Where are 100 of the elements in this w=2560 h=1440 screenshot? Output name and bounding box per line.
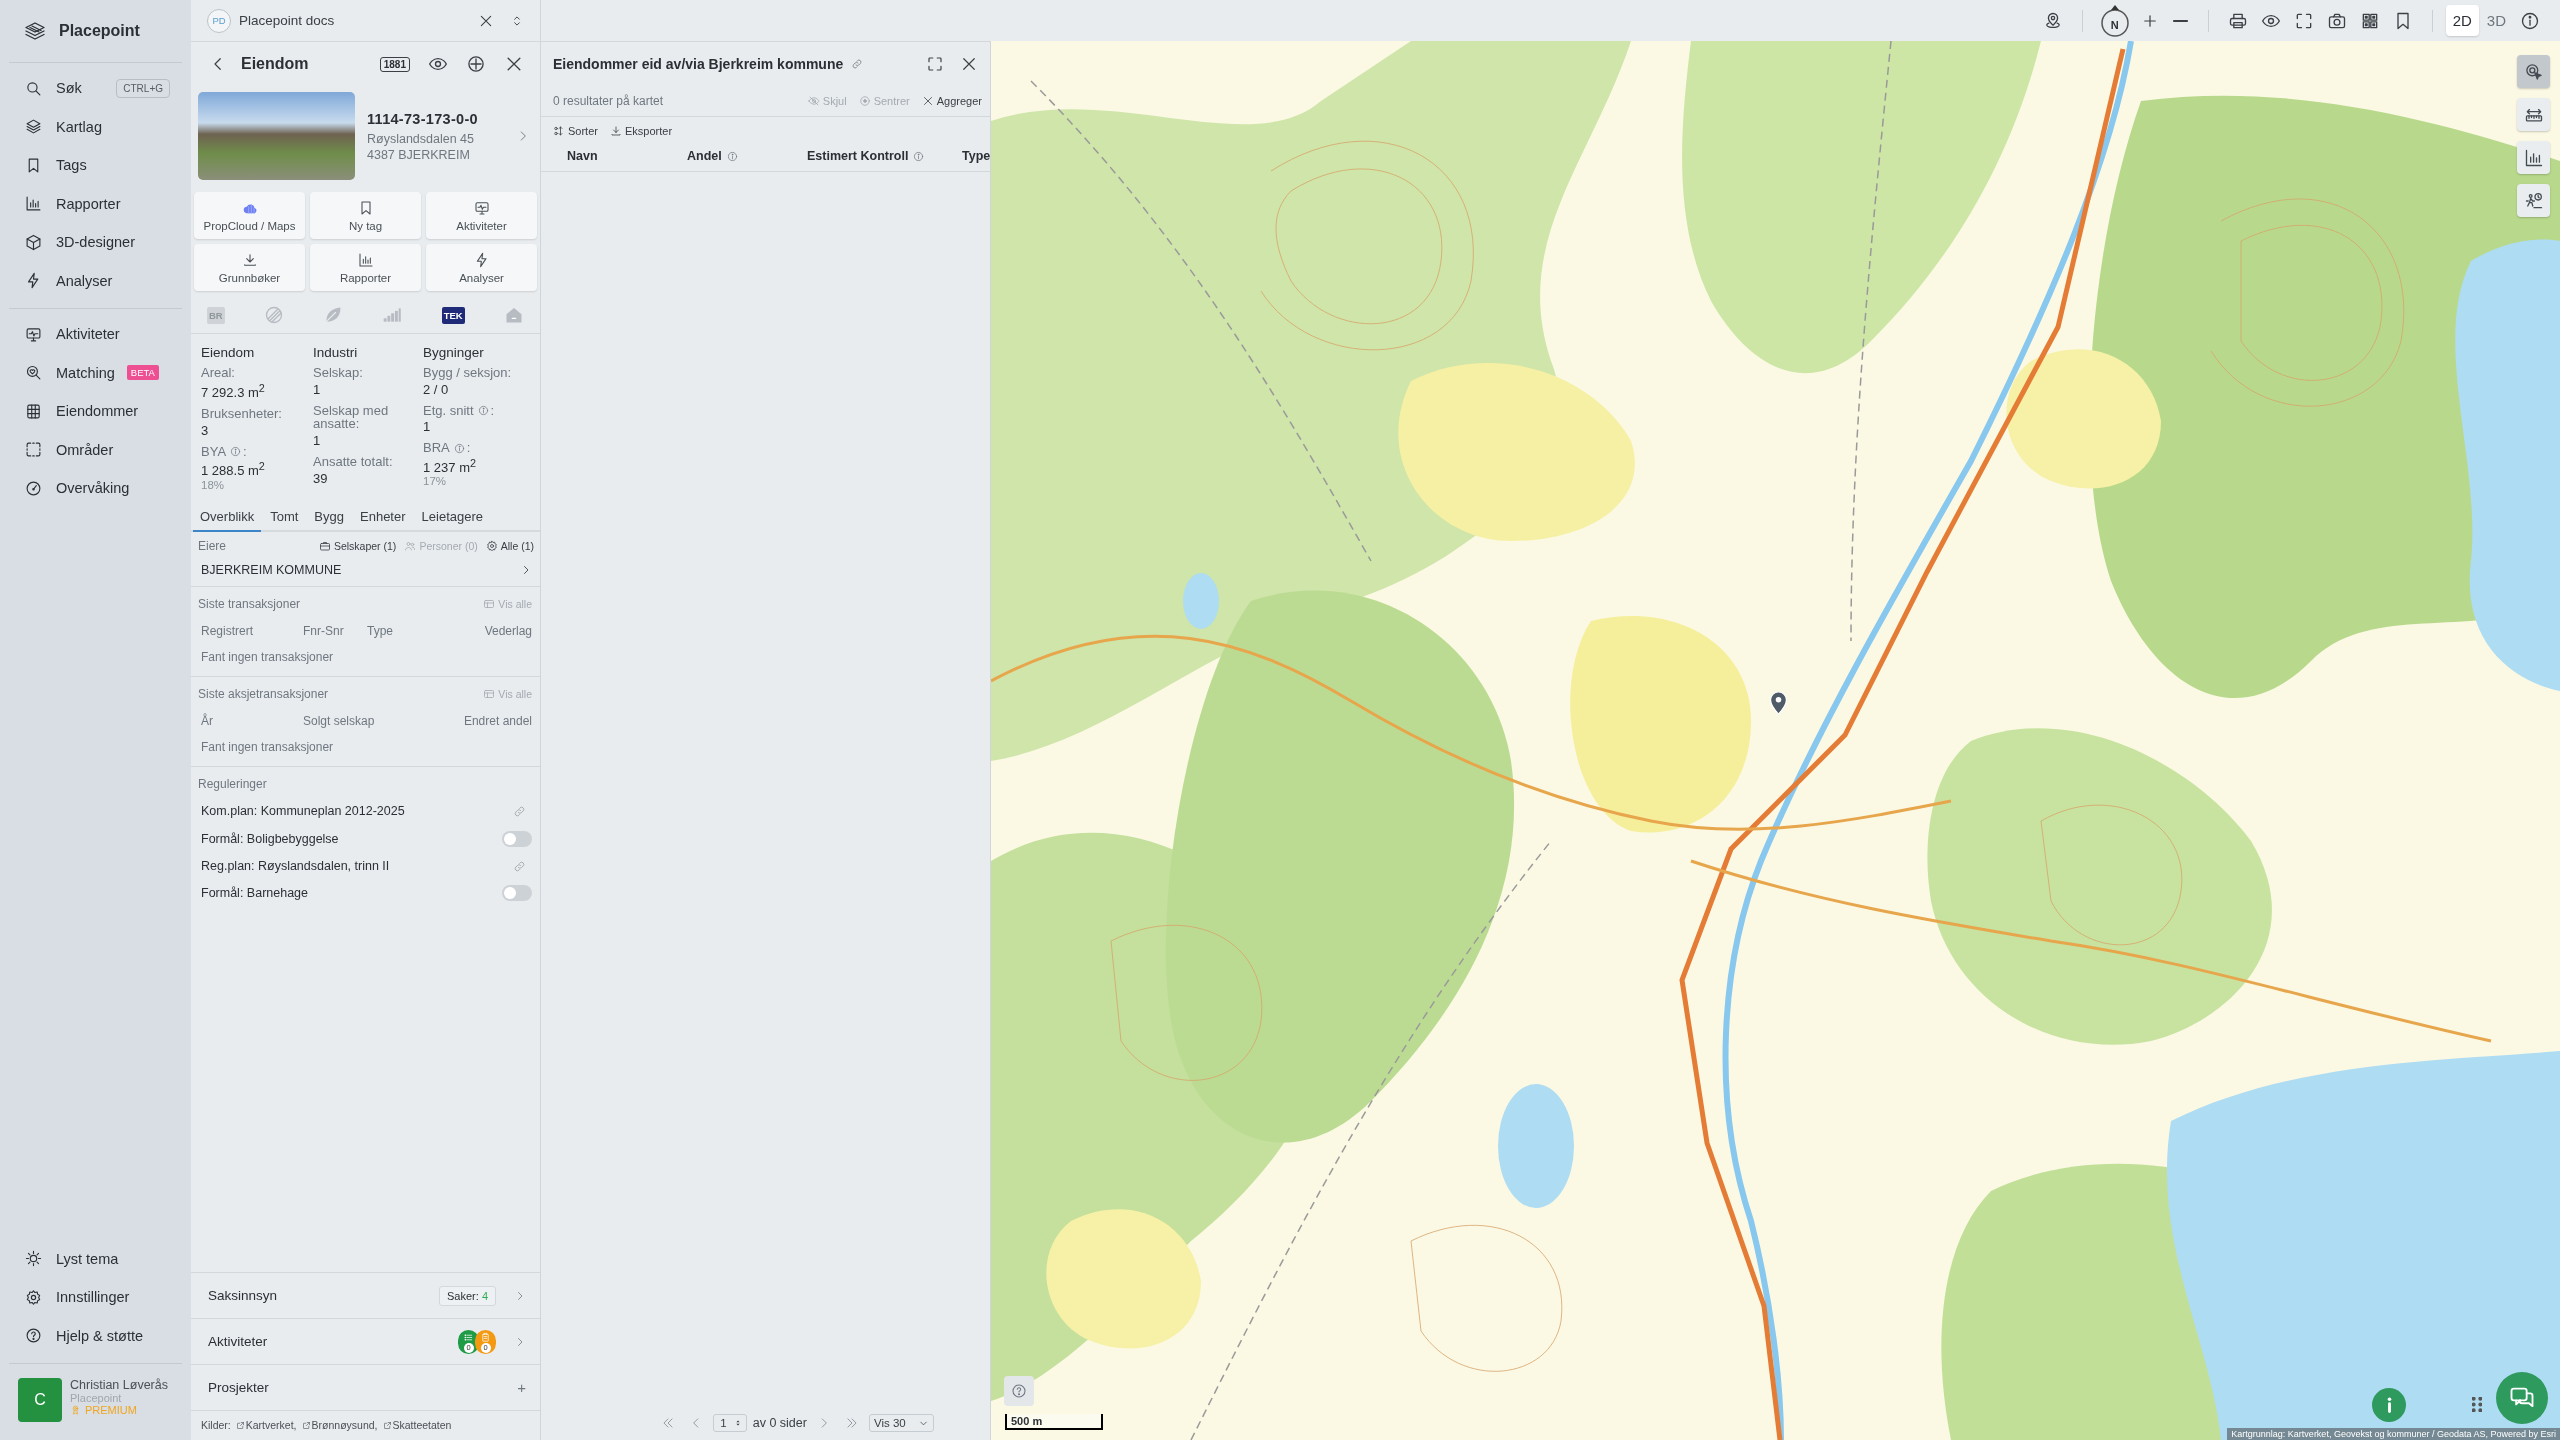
action-button[interactable]: Aktiviteter bbox=[426, 192, 537, 239]
sort-icon bbox=[553, 125, 565, 137]
nav-item[interactable]: Aktiviteter bbox=[9, 315, 182, 354]
nav-item[interactable]: Overvåking bbox=[9, 469, 182, 508]
source-link[interactable]: Kartverket, bbox=[235, 1419, 297, 1431]
field-value: 1 288.5 m$^{2}$ bbox=[201, 460, 265, 479]
house-icon[interactable] bbox=[504, 305, 524, 325]
link-icon[interactable] bbox=[851, 58, 864, 70]
field-label: Bruksenheter: bbox=[201, 406, 282, 421]
add-button[interactable]: + bbox=[517, 1379, 526, 1396]
nav-item[interactable]: Analyser bbox=[9, 261, 182, 300]
toolbar-button[interactable]: Eksporter bbox=[609, 125, 673, 137]
column-header[interactable]: Estimert Kontroll bbox=[807, 149, 909, 163]
striped-circle-icon[interactable] bbox=[264, 305, 284, 325]
nav-item[interactable]: Rapporter bbox=[9, 184, 182, 223]
close-icon bbox=[960, 55, 978, 73]
column-header[interactable]: Andel bbox=[687, 149, 722, 163]
view-mode-button[interactable]: 2D bbox=[2445, 5, 2479, 36]
nav-item[interactable]: Områder bbox=[9, 430, 182, 469]
column-header: Type bbox=[367, 623, 394, 638]
source-link[interactable]: Brønnøysund, bbox=[301, 1419, 378, 1431]
info-icon[interactable] bbox=[726, 150, 738, 162]
bar-chart-icon bbox=[2523, 147, 2544, 168]
user-organization: Placepoint bbox=[70, 1392, 122, 1404]
help-button[interactable] bbox=[1004, 1376, 1034, 1406]
field-label: BRA bbox=[423, 441, 450, 455]
magnifier-heart-icon bbox=[25, 364, 42, 382]
owner-filter[interactable]: Selskaper (1) bbox=[318, 539, 397, 552]
nav-item[interactable]: Kartlag bbox=[9, 107, 182, 146]
field-value: 2 / 0 bbox=[423, 381, 449, 397]
label-colon: : bbox=[466, 441, 471, 455]
page-number-field[interactable]: 1 bbox=[713, 1414, 747, 1432]
section-title[interactable]: Prosjekter bbox=[208, 1380, 508, 1395]
user-avatar[interactable]: C bbox=[18, 1378, 62, 1422]
result-action[interactable]: Aggreger bbox=[921, 95, 982, 107]
column-header: Fnr-Snr bbox=[303, 623, 345, 638]
field-label: Bygg / seksjon: bbox=[423, 366, 512, 380]
field-label: Selskap: bbox=[313, 366, 363, 380]
sun-icon bbox=[25, 1250, 42, 1268]
crosshair-icon bbox=[466, 54, 486, 74]
info-icon[interactable] bbox=[230, 445, 242, 457]
tab[interactable]: Bygg bbox=[307, 501, 351, 532]
table-icon bbox=[483, 687, 496, 700]
tab[interactable]: Leietagere bbox=[414, 501, 490, 532]
action-button[interactable]: Grunnbøker bbox=[194, 244, 305, 291]
action-button[interactable]: Ny tag bbox=[310, 192, 421, 239]
tab[interactable]: Overblikk bbox=[193, 501, 262, 532]
compass-button[interactable]: N bbox=[2099, 3, 2130, 38]
info-icon[interactable] bbox=[913, 150, 925, 162]
link-icon[interactable] bbox=[513, 804, 526, 818]
source-link[interactable]: Skatteetaten bbox=[382, 1419, 452, 1431]
link-icon[interactable] bbox=[513, 859, 526, 873]
view-mode-button[interactable]: 3D bbox=[2479, 5, 2513, 36]
map-tool-button[interactable] bbox=[2517, 184, 2550, 217]
toggle-switch[interactable] bbox=[502, 885, 532, 902]
workspace-name[interactable]: Placepoint docs bbox=[239, 13, 466, 28]
action-button[interactable]: PropCloud / Maps bbox=[194, 192, 305, 239]
tab[interactable]: Tomt bbox=[263, 501, 306, 532]
map-attribution: Kartgrunnlag: Kartverket, Geovekst og kommuner / Geodata AS, Powered by Esri bbox=[2227, 1428, 2560, 1440]
sources-label: Kilder: bbox=[201, 1419, 231, 1431]
drag-handle-icon[interactable] bbox=[2472, 1397, 2482, 1412]
nav-item[interactable]: Eiendommer bbox=[9, 392, 182, 431]
info-icon bbox=[2386, 1397, 2392, 1413]
address-line: 4387 BJERKREIM bbox=[367, 147, 471, 162]
regulation-item: Kom.plan: Kommuneplan 2012-2025 bbox=[201, 804, 405, 819]
nav-item[interactable]: 3D-designer bbox=[9, 223, 182, 262]
regulation-item: Formål: Boligbebyggelse bbox=[201, 831, 339, 846]
action-button[interactable]: Rapporter bbox=[310, 244, 421, 291]
toolbar-button[interactable]: Sorter bbox=[553, 125, 598, 137]
nav-item[interactable]: Tags bbox=[9, 146, 182, 185]
column-header[interactable]: Navn bbox=[567, 149, 598, 163]
photo-placeholder[interactable] bbox=[198, 92, 355, 180]
owner-item[interactable]: BJERKREIM KOMMUNE bbox=[191, 556, 540, 586]
map-pin-icon[interactable] bbox=[1770, 691, 1787, 715]
nav-item[interactable]: Innstillinger bbox=[9, 1278, 182, 1317]
user-name: Christian Løverås bbox=[70, 1378, 168, 1392]
map-tool-button[interactable] bbox=[2517, 98, 2550, 131]
map-tool-button[interactable] bbox=[2517, 55, 2550, 88]
tab[interactable]: Enheter bbox=[353, 501, 413, 532]
source-badge[interactable]: TEK bbox=[441, 306, 465, 324]
info-icon[interactable] bbox=[453, 442, 465, 454]
field-label: BYA bbox=[201, 444, 227, 459]
column-header[interactable]: Type bbox=[962, 149, 991, 163]
section-title[interactable]: Saksinnsyn bbox=[208, 1288, 429, 1303]
nav-item[interactable]: Søk CTRL+G bbox=[9, 69, 182, 108]
directory-button[interactable]: 1881 bbox=[379, 56, 410, 72]
info-icon[interactable] bbox=[477, 404, 489, 416]
toggle-switch[interactable] bbox=[502, 830, 532, 847]
workspace-avatar: PD bbox=[207, 8, 231, 33]
owner-filter[interactable]: Alle (1) bbox=[485, 539, 534, 552]
nav-item[interactable]: Matching BETA bbox=[9, 353, 182, 392]
nav-item[interactable]: Lyst tema bbox=[9, 1239, 182, 1278]
map-tool-button[interactable] bbox=[2517, 141, 2550, 174]
action-button[interactable]: Analyser bbox=[426, 244, 537, 291]
beta-badge: BETA bbox=[126, 365, 159, 381]
chip-count: 4 bbox=[481, 1289, 488, 1302]
nav-item[interactable]: Hjelp & støtte bbox=[9, 1316, 182, 1355]
section-title[interactable]: Aktiviteter bbox=[208, 1334, 452, 1349]
stepped-bars-icon[interactable] bbox=[382, 305, 403, 325]
page-size-select[interactable]: Vis 30 bbox=[868, 1414, 934, 1432]
